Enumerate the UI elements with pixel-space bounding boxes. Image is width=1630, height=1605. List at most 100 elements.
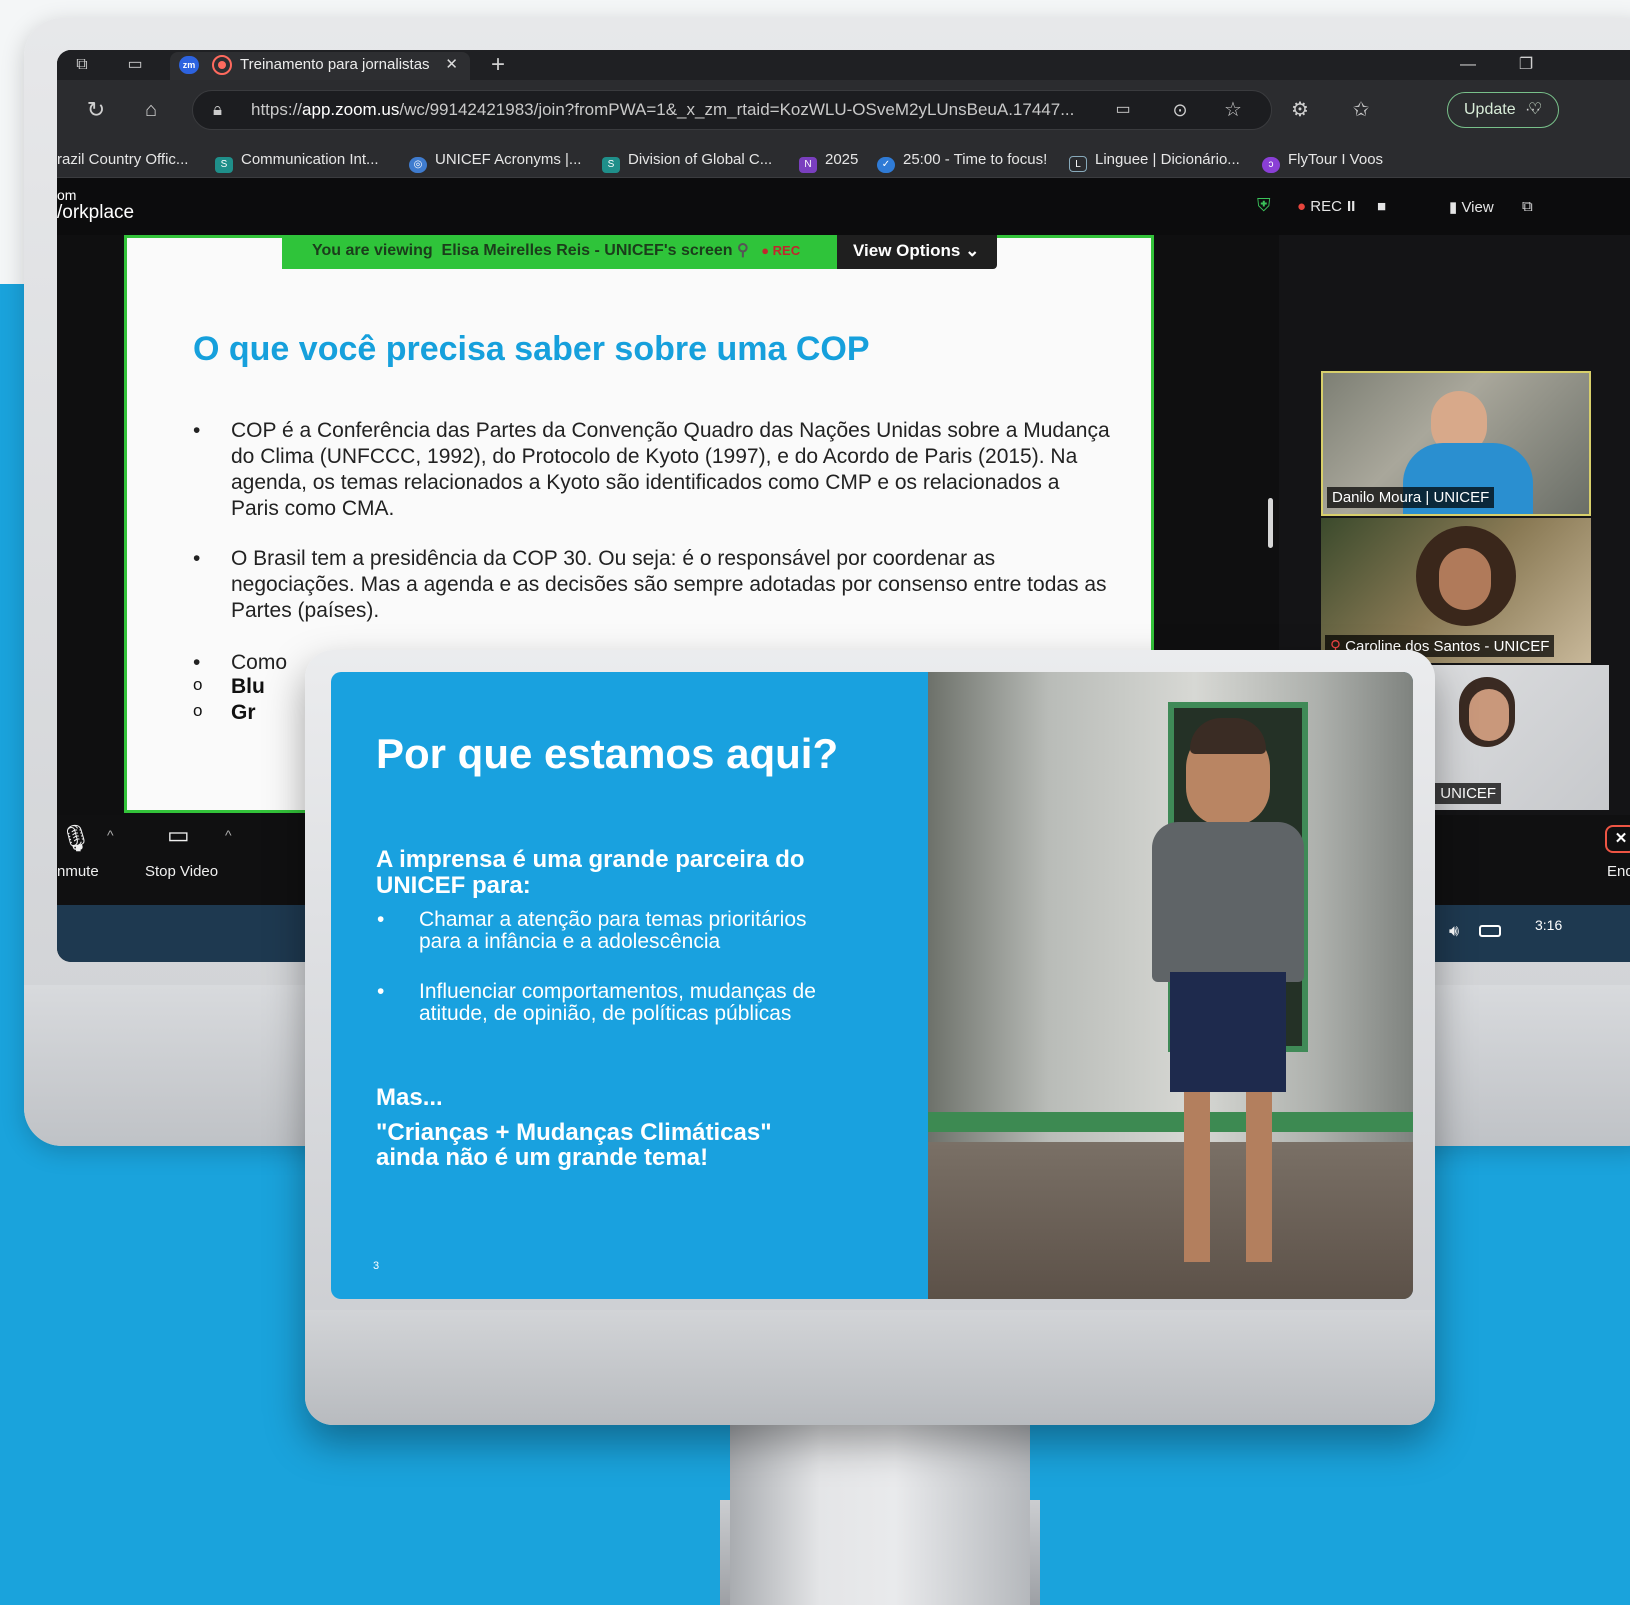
home-icon[interactable]: ⌂ [140, 100, 162, 120]
bookmark-item[interactable]: ↄ FlyTour I Voos [1262, 151, 1383, 173]
tab-title: Treinamento para jornalistas [240, 56, 430, 73]
front-monitor-neck [730, 1425, 1030, 1605]
bookmark-label: 25:00 - Time to focus! [903, 151, 1048, 168]
participant-tile[interactable]: Danilo Moura | UNICEF [1321, 371, 1591, 516]
shared-bullet: COP é a Conferência das Partes da Conven… [193, 418, 1111, 522]
zoom-favicon-icon: zm [179, 56, 199, 74]
recording-indicator: ● REC [1297, 198, 1342, 215]
tab-close-icon[interactable]: ✕ [445, 52, 458, 78]
favorites-icon[interactable]: ✩ [1350, 100, 1372, 120]
browser-tab-bar: ⧉ ▭ Treinamento para jornalistas ✕ zm + … [57, 50, 1630, 80]
participant-name: Danilo Moura | UNICEF [1327, 487, 1495, 508]
bookmark-item[interactable]: N 2025 [799, 151, 858, 173]
photo-child-leg [1184, 1092, 1210, 1262]
sharepoint-icon: S [215, 157, 233, 173]
photo-child-shirt [1152, 822, 1304, 982]
minimize-icon[interactable]: — [1457, 55, 1479, 75]
tab-actions-icon[interactable]: ▭ [124, 55, 146, 75]
linguee-icon: L [1069, 156, 1087, 172]
participant-face [1469, 689, 1509, 741]
url-prefix: https:// [251, 100, 303, 119]
viewing-rec: ● REC [761, 243, 801, 258]
camera-permission-icon[interactable]: ▭ [1112, 100, 1134, 120]
view-button[interactable]: ▮ View [1449, 198, 1494, 216]
bookmark-label: Division of Global C... [628, 151, 773, 168]
bookmark-item[interactable]: L Linguee | Dicionário... [1069, 151, 1240, 172]
bookmark-item[interactable]: S Communication Int... [215, 151, 379, 173]
mic-muted-icon: 🎙︎ [59, 823, 93, 853]
recording-tab-icon [212, 55, 232, 75]
site-info-icon[interactable]: 🔒︎ [213, 91, 222, 129]
viewing-banner: You are viewing Elisa Meirelles Reis - U… [282, 235, 837, 269]
flytour-icon: ↄ [1262, 157, 1280, 173]
child-photo [928, 672, 1413, 1299]
restore-icon[interactable]: ❐ [1515, 55, 1537, 75]
viewing-rec-label: REC [772, 243, 801, 258]
zoom-workplace-logo: om/orkplace [57, 188, 134, 224]
chevron-down-icon: ⌄ [965, 241, 980, 260]
unmute-button[interactable]: nmute [57, 863, 99, 880]
sharepoint-icon: S [602, 157, 620, 173]
shared-sub-bullet: Blu [193, 675, 265, 699]
encryption-shield-icon[interactable]: ⛨ [1257, 195, 1271, 216]
pause-recording-button[interactable]: II [1347, 198, 1355, 215]
front-slide-subtitle: A imprensa é uma grande parceira do UNIC… [376, 846, 805, 899]
new-tab-icon[interactable]: + [487, 53, 509, 77]
settings-more-icon[interactable]: ··· [1522, 100, 1544, 120]
address-bar[interactable]: 🔒︎ https://app.zoom.us/wc/99142421983/jo… [192, 90, 1272, 130]
photo-child-leg [1246, 1092, 1272, 1262]
bookmark-label: FlyTour I Voos [1288, 151, 1384, 168]
brand-name: /orkplace [57, 202, 135, 223]
rec-dot-icon: ● [1297, 198, 1307, 215]
more-tools-icon[interactable]: ⊙ [1169, 100, 1191, 120]
stop-video-button[interactable]: Stop Video [145, 863, 218, 880]
mic-muted-icon: ⚲ [737, 242, 749, 259]
shared-scrollbar[interactable] [1268, 498, 1273, 548]
participant-tile[interactable]: ⚲ Caroline dos Santos - UNICEF [1321, 518, 1591, 663]
end-button[interactable]: End [1607, 863, 1630, 880]
chevron-up-icon[interactable]: ^ [225, 827, 232, 843]
video-camera-icon: ▭ [167, 822, 190, 849]
onenote-icon: N [799, 157, 817, 173]
url-path: /wc/99142421983/join?fromPWA=1&_x_zm_rta… [399, 100, 1075, 119]
end-icon[interactable]: ✕ [1605, 825, 1630, 853]
front-slide-mas: Mas... [376, 1084, 443, 1111]
bookmark-label: razil Country Offic... [57, 151, 189, 168]
workspaces-icon[interactable]: ⧉ [71, 55, 93, 75]
brand-top: om [57, 187, 77, 203]
bookmark-item[interactable]: razil Country Offic... [57, 151, 188, 168]
picture-in-picture-icon[interactable]: ⧉ [1522, 198, 1533, 215]
bookmark-item[interactable]: S Division of Global C... [602, 151, 772, 173]
front-slide-title: Por que estamos aqui? [376, 730, 839, 777]
bookmark-item[interactable]: ✓ 25:00 - Time to focus! [877, 151, 1047, 173]
photo-green-stripe [928, 1112, 1413, 1132]
photo-deck [928, 1142, 1413, 1299]
front-slide-page-number: 3 [373, 1260, 380, 1272]
bookmark-label: 2025 [825, 151, 859, 168]
battery-icon[interactable] [1479, 925, 1501, 937]
extensions-icon[interactable]: ⚙ [1289, 100, 1311, 120]
bookmark-label: Linguee | Dicionário... [1095, 151, 1240, 168]
view-options-label: View Options [853, 241, 961, 260]
shared-slide-title: O que você precisa saber sobre uma COP [193, 330, 870, 368]
url-host: app.zoom.us [302, 100, 400, 119]
view-icon: ▮ [1449, 199, 1458, 216]
taskbar-clock[interactable]: 3:16 [1535, 917, 1562, 933]
volume-icon[interactable]: 🔊︎ [1449, 923, 1459, 941]
front-slide-bullet: Chamar a atenção para temas prioritários… [377, 909, 839, 953]
chevron-up-icon[interactable]: ^ [107, 827, 114, 843]
front-slide-quote: "Crianças + Mudanças Climáticas" ainda n… [376, 1119, 772, 1171]
update-label: Update [1464, 101, 1516, 118]
front-slide: Por que estamos aqui? A imprensa é uma g… [331, 672, 1413, 1299]
shared-bullet: O Brasil tem a presidência da COP 30. Ou… [193, 546, 1111, 624]
photo-child-shorts [1170, 972, 1286, 1092]
stop-recording-button[interactable]: ■ [1377, 198, 1386, 215]
shared-sub-bullet: Gr [194, 701, 256, 725]
view-options-button[interactable]: View Options ⌄ [837, 235, 997, 269]
bookmark-item[interactable]: ◎ UNICEF Acronyms |... [409, 151, 581, 173]
refresh-icon[interactable]: ↻ [85, 99, 107, 121]
check-icon: ✓ [877, 157, 895, 173]
favorite-star-icon[interactable]: ☆ [1222, 100, 1244, 120]
participant-face [1439, 548, 1491, 610]
rec-label: REC [1310, 198, 1342, 215]
